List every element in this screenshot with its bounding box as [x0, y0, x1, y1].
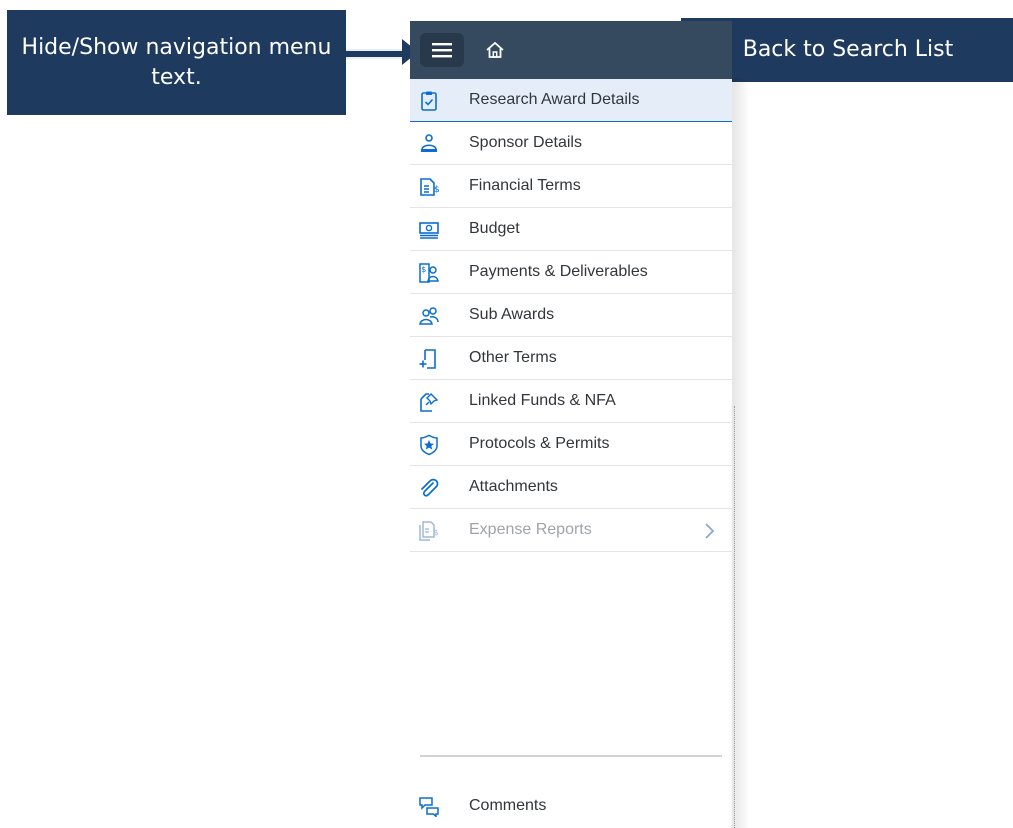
expense-document-icon: $	[419, 521, 439, 541]
nav-item-label: Financial Terms	[469, 177, 581, 194]
nav-item-payments-deliverables[interactable]: $ Payments & Deliverables	[410, 251, 732, 294]
nav-item-label: Attachments	[469, 478, 558, 495]
nav-item-label: Budget	[469, 220, 520, 237]
clipboard-check-icon	[421, 91, 437, 111]
nav-item-label: Payments & Deliverables	[469, 263, 648, 280]
nav-item-label: Expense Reports	[469, 521, 592, 538]
nav-item-attachments[interactable]: Attachments	[410, 466, 732, 509]
group-icon	[419, 307, 439, 325]
nav-item-budget[interactable]: Budget	[410, 208, 732, 251]
svg-text:$: $	[434, 528, 439, 537]
document-dollar-icon: $	[420, 178, 440, 196]
nav-item-label: Linked Funds & NFA	[469, 392, 616, 409]
nav-item-label: Other Terms	[469, 349, 557, 366]
home-icon	[486, 41, 504, 58]
chevron-right-icon	[705, 523, 715, 539]
nav-header	[410, 21, 732, 79]
payment-person-icon: $	[419, 263, 439, 283]
nav-item-label: Protocols & Permits	[469, 435, 610, 452]
footer-separator	[420, 755, 722, 757]
comments-icon	[419, 797, 439, 817]
callout-arrow-left	[346, 49, 402, 59]
nav-item-sub-awards[interactable]: Sub Awards	[410, 294, 732, 337]
paperclip-icon	[421, 478, 439, 497]
badge-star-icon	[420, 434, 438, 456]
hamburger-menu-button[interactable]	[420, 33, 464, 67]
nav-item-other-terms[interactable]: Other Terms	[410, 337, 732, 380]
nav-item-linked-funds-nfa[interactable]: Linked Funds & NFA	[410, 380, 732, 423]
pushpin-document-icon	[420, 393, 439, 412]
side-navigation: Research Award Details Sponsor Details $…	[410, 21, 732, 828]
nav-item-comments[interactable]: Comments	[410, 784, 732, 827]
home-button[interactable]	[482, 37, 508, 63]
nav-item-label: Sub Awards	[469, 306, 555, 323]
money-bills-icon	[419, 222, 439, 239]
nav-item-expense-reports[interactable]: $ Expense Reports	[410, 509, 732, 552]
panel-divider	[734, 406, 735, 828]
add-document-icon	[419, 349, 436, 369]
nav-item-label: Research Award Details	[469, 91, 640, 108]
nav-item-label: Sponsor Details	[469, 134, 582, 151]
svg-text:$: $	[421, 265, 426, 274]
nav-item-financial-terms[interactable]: $ Financial Terms	[410, 165, 732, 208]
sponsor-person-icon	[421, 134, 437, 152]
nav-list: Research Award Details Sponsor Details $…	[410, 79, 732, 552]
nav-item-label: Comments	[469, 796, 547, 814]
callout-hide-show-nav: Hide/Show navigation menu text.	[7, 10, 346, 115]
hamburger-menu-icon	[432, 43, 452, 58]
nav-item-sponsor-details[interactable]: Sponsor Details	[410, 122, 732, 165]
svg-text:$: $	[434, 185, 440, 195]
nav-item-research-award-details[interactable]: Research Award Details	[410, 79, 732, 122]
nav-item-protocols-permits[interactable]: Protocols & Permits	[410, 423, 732, 466]
